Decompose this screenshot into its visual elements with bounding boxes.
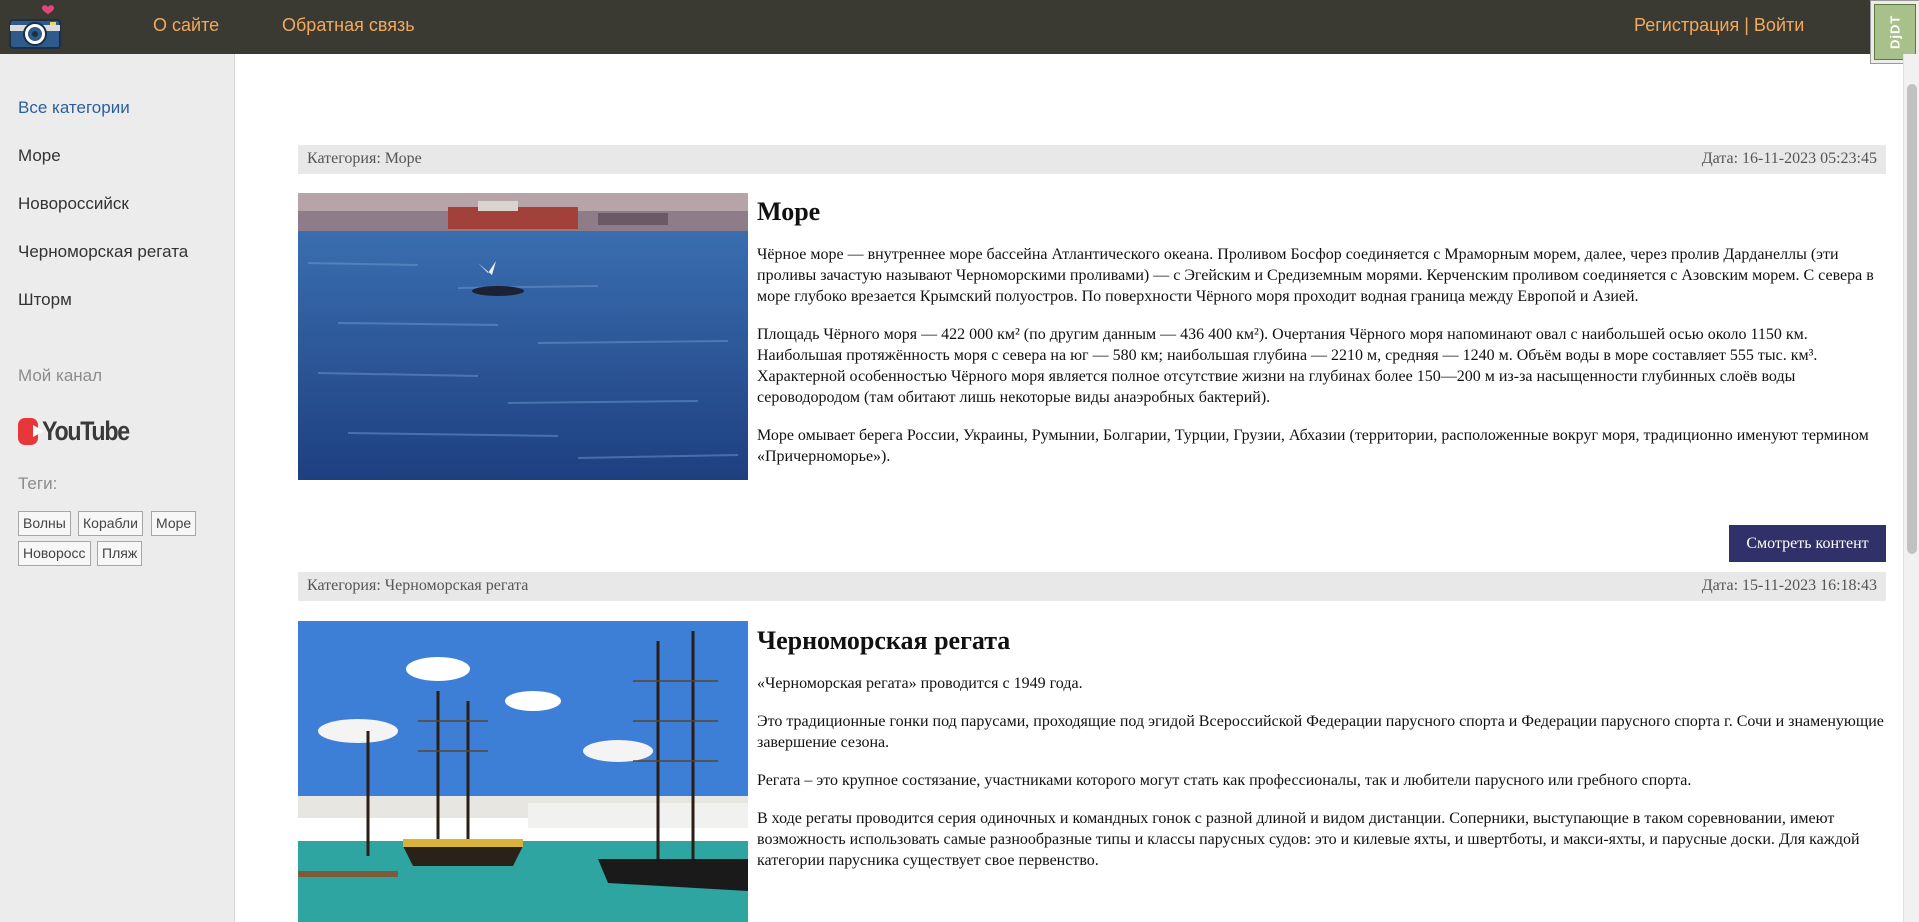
- debug-toolbar-label: DjDT: [1874, 4, 1916, 60]
- sidebar-item-sea[interactable]: Море: [18, 146, 61, 166]
- tags-heading: Теги:: [18, 474, 58, 493]
- my-channel-heading: Мой канал: [18, 366, 103, 385]
- post-title: Море: [757, 197, 821, 226]
- post-paragraph: В ходе регаты проводится серия одиночных…: [757, 810, 1860, 869]
- view-content-button[interactable]: Смотреть контент: [1729, 525, 1886, 562]
- register-link[interactable]: Регистрация: [1634, 15, 1739, 35]
- scrollbar-thumb[interactable]: [1907, 84, 1917, 554]
- sidebar-item-regatta[interactable]: Черноморская регата: [18, 242, 188, 262]
- vertical-scrollbar[interactable]: [1903, 54, 1919, 922]
- post-paragraph: Море омывает берега России, Украины, Рум…: [757, 427, 1869, 465]
- post-date: Дата: 15-11-2023 16:18:43: [1701, 577, 1877, 594]
- post-category: Категория: Черноморская регата: [307, 577, 529, 594]
- post-header: Категория: Черноморская регата Дата: 15-…: [298, 572, 1886, 601]
- post-header: Категория: Море Дата: 16-11-2023 05:23:4…: [298, 145, 1886, 174]
- post-paragraph: Регата – это крупное состязание, участни…: [757, 772, 1692, 789]
- tag-sea[interactable]: Море: [151, 511, 197, 536]
- sidebar-item-novorossiysk[interactable]: Новороссийск: [18, 194, 129, 214]
- post-date: Дата: 16-11-2023 05:23:45: [1701, 150, 1877, 167]
- tag-beach[interactable]: Пляж: [97, 541, 143, 566]
- nav-about-link[interactable]: О сайте: [153, 15, 219, 36]
- top-navbar: О сайте Обратная связь Регистрация | Вой…: [0, 0, 1919, 54]
- post-paragraph: «Черноморская регата» проводится с 1949 …: [757, 675, 1083, 692]
- post-paragraph: Это традиционные гонки под парусами, про…: [757, 713, 1884, 751]
- sidebar-item-all-categories[interactable]: Все категории: [18, 98, 130, 118]
- post-paragraph: Площадь Чёрного моря — 422 000 км² (по д…: [757, 326, 1818, 406]
- post-paragraph: Чёрное море — внутреннее море бассейна А…: [757, 246, 1874, 305]
- youtube-play-icon: [18, 417, 45, 445]
- nav-feedback-link[interactable]: Обратная связь: [282, 15, 415, 36]
- youtube-link[interactable]: YouTube: [18, 413, 143, 449]
- youtube-wordmark: YouTube: [42, 415, 130, 446]
- post-category: Категория: Море: [307, 150, 422, 167]
- auth-separator: |: [1739, 15, 1754, 35]
- tag-novoross[interactable]: Новоросс: [18, 541, 91, 566]
- tag-waves[interactable]: Волны: [18, 511, 71, 536]
- post-image-sea: [298, 193, 748, 480]
- tag-ships[interactable]: Корабли: [78, 511, 143, 536]
- post-content: Черноморская регата «Черноморская регата…: [757, 626, 1887, 888]
- camera-logo-icon[interactable]: [8, 4, 64, 50]
- sidebar-item-storm[interactable]: Шторм: [18, 290, 72, 310]
- post-title: Черноморская регата: [757, 626, 1011, 655]
- post-content: Море Чёрное море — внутреннее море бассе…: [757, 197, 1887, 484]
- auth-links: Регистрация | Войти: [1634, 15, 1804, 36]
- login-link[interactable]: Войти: [1754, 15, 1804, 35]
- sidebar: Все категории Море Новороссийск Черномор…: [0, 54, 235, 922]
- post-image-regatta: [298, 621, 748, 922]
